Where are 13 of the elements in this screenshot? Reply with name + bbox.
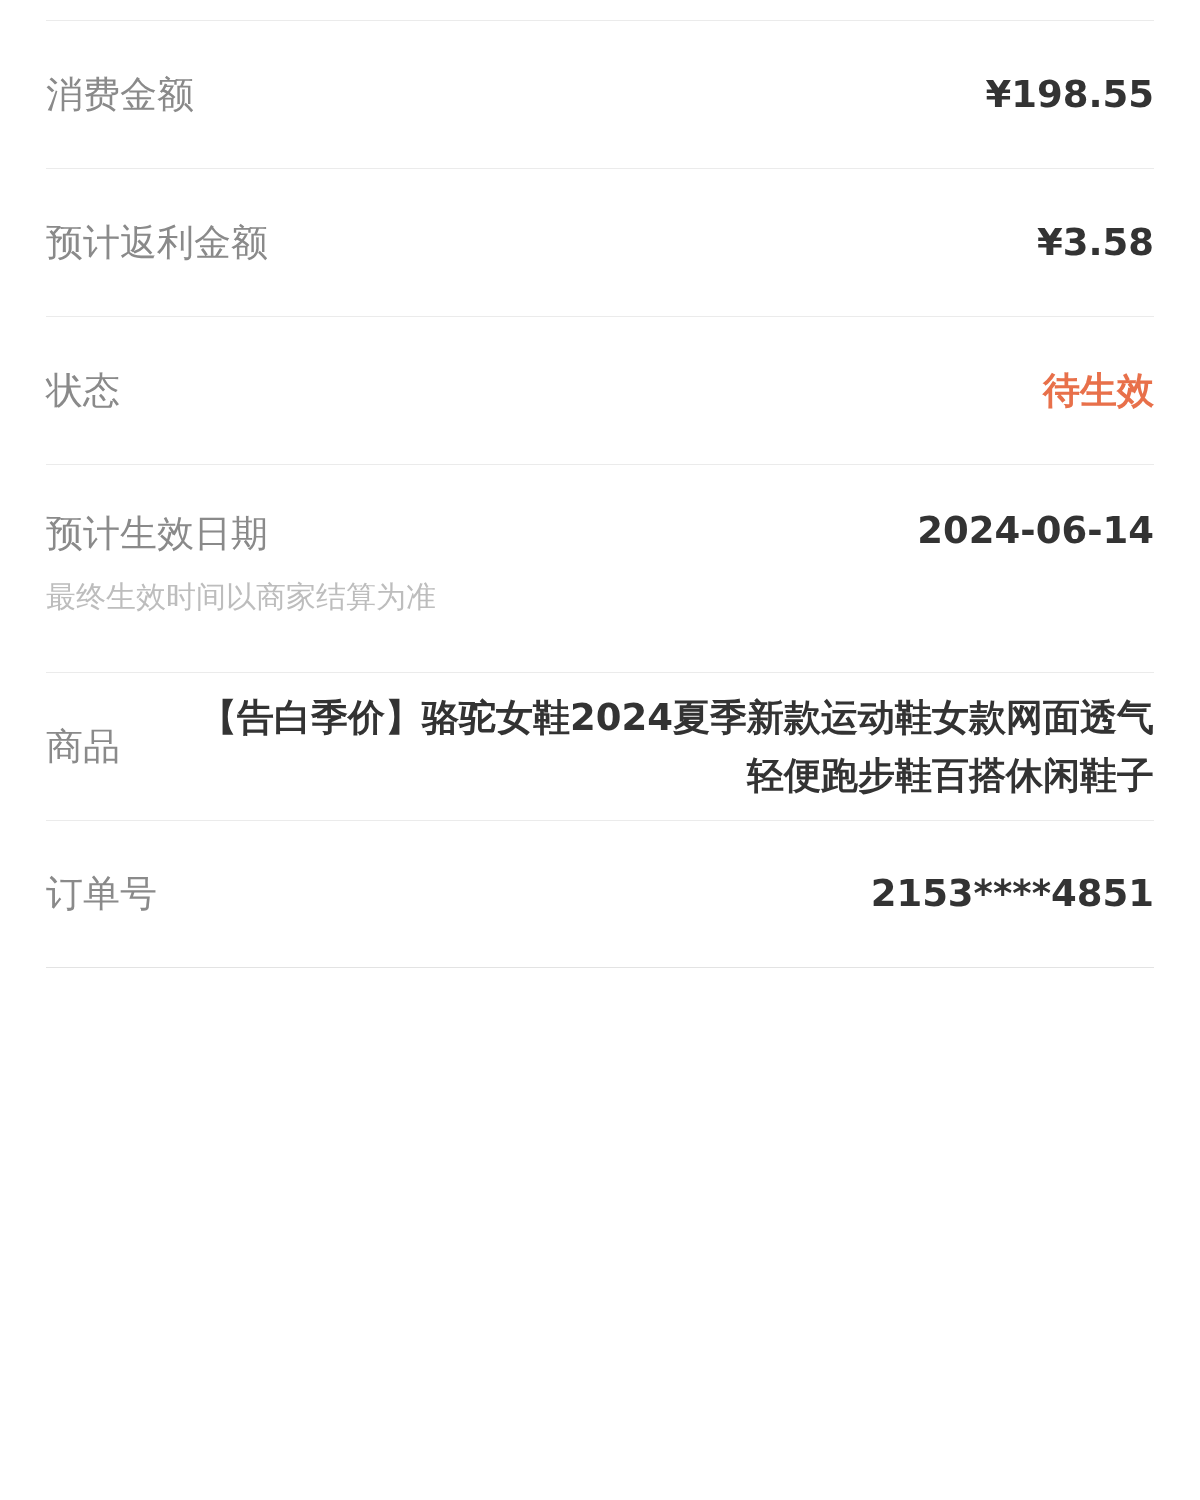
field-note: 最终生效时间以商家结算为准 <box>46 578 436 616</box>
field-label: 预计生效日期 <box>46 511 269 557</box>
field-value: ¥3.58 <box>1036 219 1154 266</box>
field-value: 2153****4851 <box>870 871 1154 917</box>
field-label: 状态 <box>46 367 120 414</box>
field-value: ¥198.55 <box>985 71 1154 118</box>
field-value: 待生效 <box>1043 367 1154 414</box>
field-value: 【告白季价】骆驼女鞋2024夏季新款运动鞋女款网面透气轻便跑步鞋百搭休闲鞋子 <box>199 694 1154 799</box>
field-label: 商品 <box>46 723 120 770</box>
field-label: 订单号 <box>46 871 157 917</box>
field-label: 消费金额 <box>46 71 194 118</box>
field-label: 预计返利金额 <box>46 219 268 266</box>
field-value: 2024-06-14 <box>917 509 1154 554</box>
